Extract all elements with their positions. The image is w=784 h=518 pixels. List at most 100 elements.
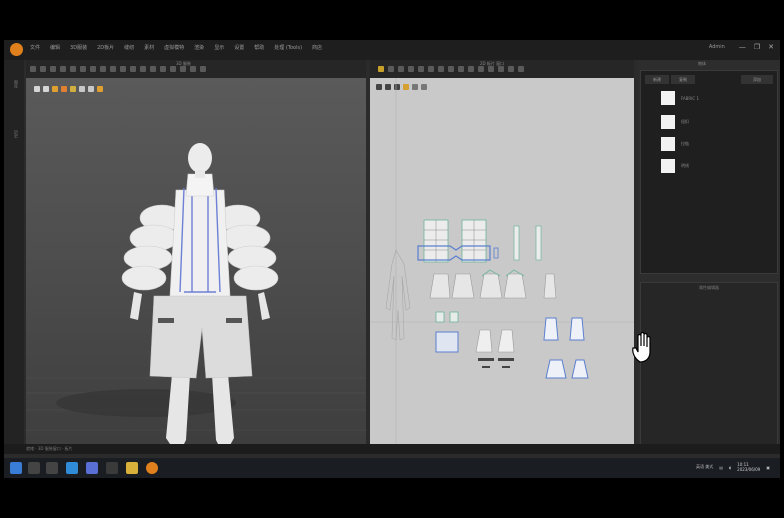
tape-icon[interactable] [160,66,166,72]
internal-line-icon[interactable] [428,66,434,72]
pattern-middle-row [429,273,557,299]
segment-sewing-icon[interactable] [458,66,464,72]
clock[interactable]: 10:11 2023/06/09 [737,462,760,472]
simulate-icon[interactable] [60,66,66,72]
brush-icon[interactable] [90,66,96,72]
object-browser: 新建 复制 添加 FABRIC 1 纽扣 拉链 明线 [640,70,778,274]
window-title-2d: 2D 板片 窗口 [480,61,505,66]
user-label[interactable]: Admin [709,44,725,50]
menu-file[interactable]: 文件 [30,44,40,51]
zipper-icon[interactable] [130,66,136,72]
button-label: 纽扣 [681,119,689,124]
polygon-icon[interactable] [398,66,404,72]
menu-list: 文件 编辑 3D服装 2D板片 缝纫 素材 虚拟模特 渲染 显示 设置 帮助 处… [30,44,322,51]
search-icon[interactable] [28,462,40,474]
volume-icon[interactable]: ◖ [729,465,731,470]
left-side-strip: 图库 历史 [4,60,24,450]
curve-point-icon[interactable] [448,66,454,72]
toolbar-3d: 3D 服装 [26,60,366,78]
texture-icon[interactable] [100,66,106,72]
copy-button[interactable]: 复制 [671,75,695,84]
button-item[interactable]: 纽扣 [661,115,689,129]
pattern-lower-center [475,329,515,353]
menu-render[interactable]: 渲染 [194,44,204,51]
menu-avatar[interactable]: 虚拟模特 [164,44,184,51]
copilot-icon[interactable] [86,462,98,474]
avatar-icon[interactable] [140,66,146,72]
transform-pattern-icon[interactable] [378,66,384,72]
menu-settings[interactable]: 设置 [234,44,244,51]
new-button[interactable]: 新建 [645,75,669,84]
notification-icon[interactable]: ▣ [766,465,770,470]
menu-materials[interactable]: 素材 [144,44,154,51]
button-swatch [661,115,675,129]
system-tray: 英语 美式 ▤ ◖ 10:11 2023/06/09 ▣ [696,462,770,472]
measure-icon[interactable] [80,66,86,72]
edge-browser-icon[interactable] [66,462,78,474]
avatar-left-hand [130,292,142,320]
menu-3d-garment[interactable]: 3D服装 [70,44,87,51]
pattern-lower-bars [478,358,514,368]
pin-icon[interactable] [70,66,76,72]
topstitch-label: 明线 [681,163,689,168]
network-icon[interactable]: ▤ [719,465,723,470]
windows-start-icon[interactable] [10,462,22,474]
menu-sewing[interactable]: 缝纫 [124,44,134,51]
garment-jacket-body [169,189,231,297]
button-tool-icon[interactable] [120,66,126,72]
store-icon[interactable] [106,462,118,474]
topstitch-icon[interactable] [110,66,116,72]
clo3d-app-icon[interactable] [146,462,158,474]
pattern-tab-piece [493,247,499,259]
add-button[interactable]: 添加 [741,75,773,84]
library-tab[interactable]: 图库 [9,80,19,98]
clo3d-logo-icon[interactable] [10,43,23,56]
pattern-sleeve-strips [513,225,542,261]
pattern-pocket-pieces [435,331,459,353]
circle-icon[interactable] [418,66,424,72]
garment-shorts [149,295,253,379]
move-icon[interactable] [40,66,46,72]
menu-display[interactable]: 显示 [214,44,224,51]
pleat-icon[interactable] [508,66,514,72]
menu-tools[interactable]: 处理 (Tools) [274,44,302,51]
3d-viewport[interactable] [26,78,366,444]
file-explorer-icon[interactable] [126,462,138,474]
toolbar-2d: 2D 板片 窗口 [370,60,634,78]
window-controls: Admin — ❐ ✕ [709,43,774,51]
menu-help[interactable]: 帮助 [254,44,264,51]
task-view-icon[interactable] [46,462,58,474]
pattern-small-green-pieces [435,311,459,323]
topstitch-item[interactable]: 明线 [661,159,689,173]
menu-2d-pattern[interactable]: 2D板片 [97,44,114,51]
property-editor: 属性编辑器 [640,282,778,450]
input-language[interactable]: 英语 美式 [696,464,713,470]
zipper-swatch [661,137,675,151]
menu-edit[interactable]: 编辑 [50,44,60,51]
2d-pattern-viewport[interactable] [370,78,634,444]
free-sewing-icon[interactable] [468,66,474,72]
fabric-item[interactable]: FABRIC 1 [661,91,699,105]
object-window-title: 物体 [698,61,706,66]
edit-pattern-icon[interactable] [388,66,394,72]
maximize-button[interactable]: ❐ [754,43,760,51]
3d-avatar-scene [26,143,366,444]
hand-cursor-icon [632,331,651,363]
rectangle-icon[interactable] [408,66,414,72]
avatar-silhouette [385,249,411,341]
zipper-item[interactable]: 拉链 [661,137,689,151]
minimize-button[interactable]: — [739,43,746,51]
window-title-3d: 3D 服装 [176,61,191,66]
grading-icon[interactable] [518,66,524,72]
layer-icon[interactable] [150,66,156,72]
dart-icon[interactable] [438,66,444,72]
fold-icon[interactable] [50,66,56,72]
history-tab[interactable]: 历史 [9,130,19,148]
menu-store[interactable]: 商店 [312,44,322,51]
avatar-neck [195,170,205,178]
close-button[interactable]: ✕ [768,43,774,51]
select-mesh-icon[interactable] [30,66,36,72]
status-bar: 就绪 · 3D 服装窗口 · 板片 [4,444,780,454]
camera-icon[interactable] [200,66,206,72]
shorts-pocket-flap-left [158,318,174,323]
